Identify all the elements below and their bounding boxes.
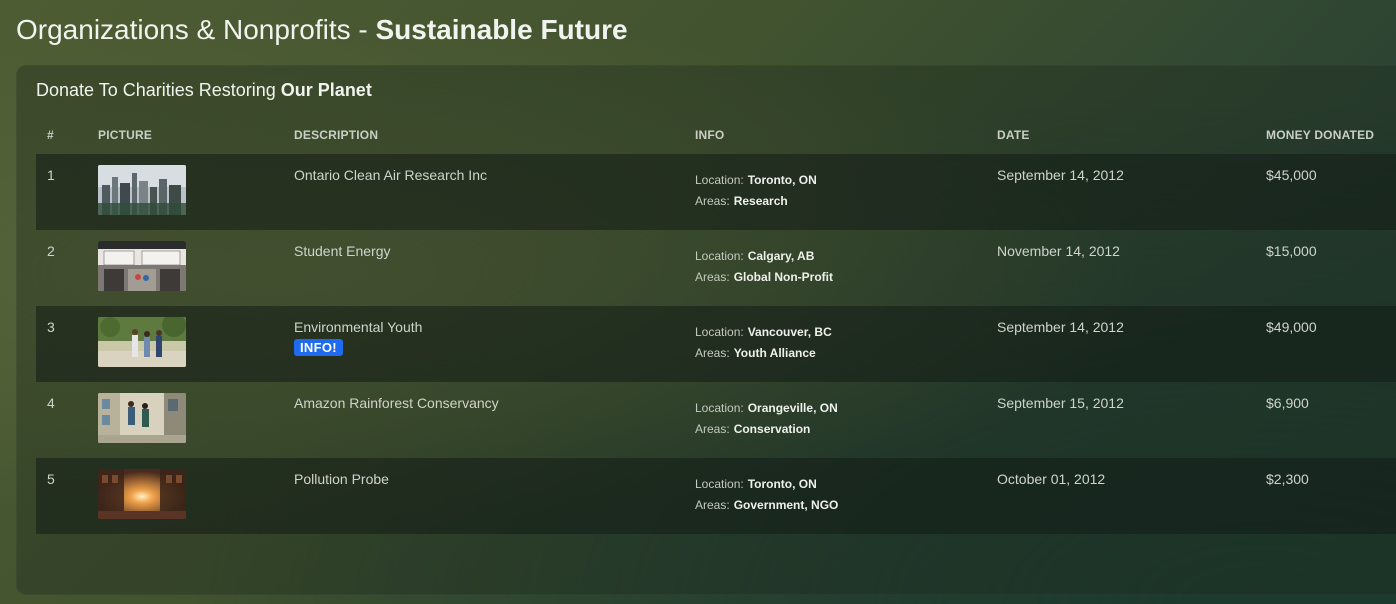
storefront-photo [98,241,186,291]
row-info: Location: Vancouver, BC Areas: Youth Allia… [695,322,832,364]
areas-value: Global Non-Profit [733,270,834,284]
location-label: Location: [695,249,744,263]
column-header-date: DATE [997,128,1030,142]
description-text: Pollution Probe [294,471,389,487]
people-walking-photo [98,317,186,367]
row-info: Location: Toronto, ON Areas: Research [695,170,817,212]
row-info: Location: Calgary, AB Areas: Global Non-Pr… [695,246,833,288]
charities-panel: Donate To Charities Restoring Our Planet… [16,65,1396,595]
areas-value: Conservation [733,422,811,436]
location-value: Calgary, AB [747,249,815,263]
row-description: Student Energy [294,243,391,259]
description-text: Environmental Youth [294,319,423,335]
row-money: $49,000 [1266,319,1317,335]
row-description: Pollution Probe [294,471,389,487]
row-number: 1 [47,167,55,183]
location-label: Location: [695,173,744,187]
panel-title-bold: Our Planet [280,80,372,100]
location-label: Location: [695,477,744,491]
panel-title: Donate To Charities Restoring Our Planet [36,80,372,101]
row-description: Amazon Rainforest Conservancy [294,395,499,411]
table-row[interactable]: 3 Environmental Youth INFO! Location: Va… [36,306,1396,382]
table-row[interactable]: 2 Student Energy Location: Calgary, AB A… [36,230,1396,306]
row-date: September 14, 2012 [997,167,1124,183]
description-text: Amazon Rainforest Conservancy [294,395,499,411]
description-text: Student Energy [294,243,391,259]
row-number: 4 [47,395,55,411]
row-date: October 01, 2012 [997,471,1106,487]
areas-label: Areas: [695,498,730,512]
row-money: $2,300 [1266,471,1309,487]
row-money: $15,000 [1266,243,1317,259]
location-label: Location: [695,401,744,415]
column-header-info: INFO [695,128,725,142]
row-number: 5 [47,471,55,487]
table-row[interactable]: 1 Ontario Clean Air Research Inc Locatio… [36,154,1396,230]
row-info: Location: Toronto, ON Areas: Government, N… [695,474,838,516]
location-value: Toronto, ON [747,477,817,491]
row-description: Ontario Clean Air Research Inc [294,167,487,183]
page-title-light: Organizations & Nonprofits - [16,14,376,45]
row-date: November 14, 2012 [997,243,1120,259]
row-money: $45,000 [1266,167,1317,183]
row-description: Environmental Youth INFO! [294,319,422,356]
city-skyline-photo [98,165,186,215]
sunset-street-photo [98,469,186,519]
location-value: Vancouver, BC [747,325,832,339]
row-date: September 14, 2012 [997,319,1124,335]
row-info: Location: Orangeville, ON Areas: Conservat… [695,398,838,440]
page-title-bold: Sustainable Future [375,14,628,45]
location-value: Toronto, ON [747,173,817,187]
location-label: Location: [695,325,744,339]
location-value: Orangeville, ON [747,401,838,415]
areas-label: Areas: [695,346,730,360]
row-money: $6,900 [1266,395,1309,411]
row-number: 2 [47,243,55,259]
page-title: Organizations & Nonprofits - Sustainable… [16,14,628,46]
description-text: Ontario Clean Air Research Inc [294,167,487,183]
table-row[interactable]: 5 Pollution Probe Location: Toronto, ON … [36,458,1396,534]
table-row[interactable]: 4 Amazon Rainforest Conservancy Location… [36,382,1396,458]
areas-label: Areas: [695,270,730,284]
areas-value: Youth Alliance [733,346,816,360]
street-jump-photo [98,393,186,443]
row-date: September 15, 2012 [997,395,1124,411]
column-header-money: MONEY DONATED [1266,128,1375,142]
row-number: 3 [47,319,55,335]
panel-title-light: Donate To Charities Restoring [36,80,281,100]
table-header: # PICTURE DESCRIPTION INFO DATE MONEY DO… [36,123,1396,153]
areas-value: Research [733,194,788,208]
column-header-number: # [47,128,54,142]
areas-label: Areas: [695,194,730,208]
info-badge-button[interactable]: INFO! [294,339,343,356]
areas-label: Areas: [695,422,730,436]
column-header-description: DESCRIPTION [294,128,379,142]
column-header-picture: PICTURE [98,128,153,142]
table-body: 1 Ontario Clean Air Research Inc Locatio… [36,154,1396,534]
areas-value: Government, NGO [733,498,839,512]
